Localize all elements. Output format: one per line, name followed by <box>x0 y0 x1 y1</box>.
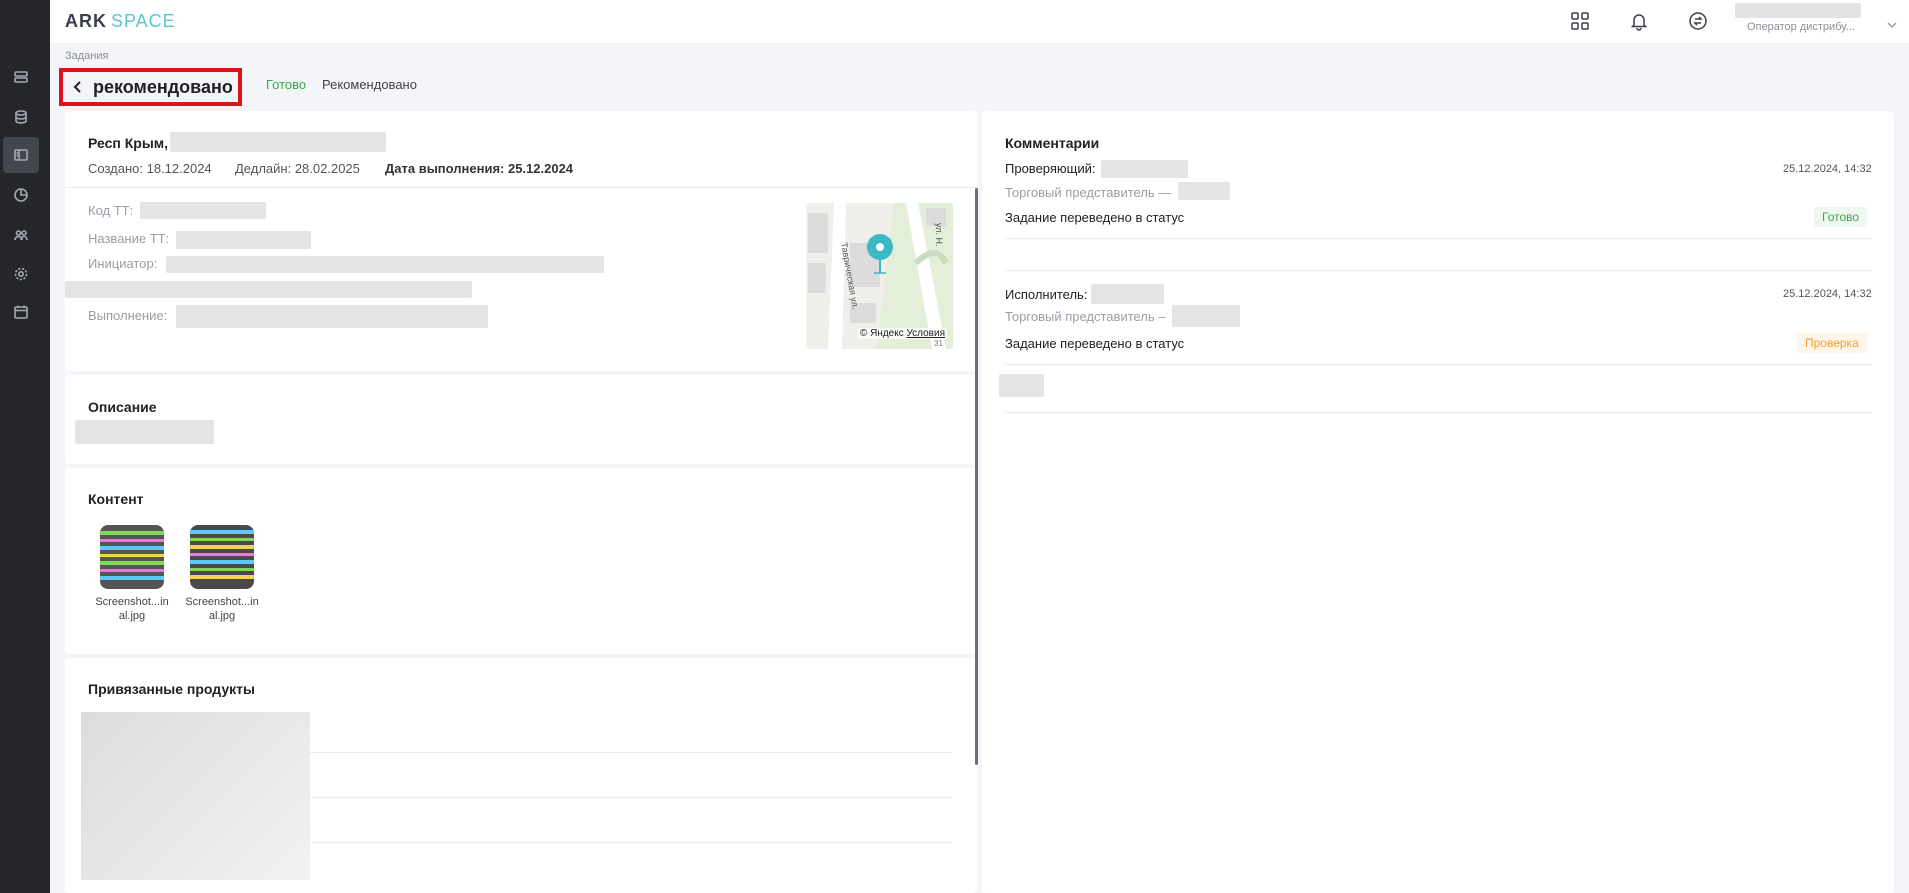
attachment-name-line1: Screenshot...in <box>95 596 169 608</box>
comment-text: Задание переведено в статус <box>1005 210 1185 225</box>
page-title: рекомендовано <box>93 76 233 97</box>
chart-icon <box>14 188 28 202</box>
sidebar-item-settings[interactable] <box>3 256 39 292</box>
product-row-divider <box>310 842 952 843</box>
sidebar-item-database[interactable] <box>3 99 39 135</box>
comment-time: 25.12.2024, 14:32 <box>1783 288 1872 300</box>
product-row-divider <box>310 797 952 798</box>
exchange-button[interactable] <box>1685 8 1711 34</box>
product-image-redacted <box>81 712 310 880</box>
comment-sub-redacted <box>1172 305 1240 327</box>
attachment-name: Screenshot...in al.jpg <box>182 595 262 623</box>
completion-date: Дата выполнения: 25.12.2024 <box>385 161 574 176</box>
sidebar-item-calendar[interactable] <box>3 294 39 330</box>
left-pane-scrollbar[interactable] <box>975 188 978 765</box>
map-attribution: © Яндекс Условия <box>857 328 947 339</box>
comment-author-redacted <box>1101 160 1188 178</box>
comment-divider <box>1004 270 1872 271</box>
sidebar-item-tasks[interactable] <box>3 137 39 173</box>
comment-divider <box>1004 412 1872 413</box>
divider <box>65 187 977 188</box>
created-date: Создано: 18.12.2024 <box>88 161 212 176</box>
breadcrumb[interactable]: Задания <box>65 50 108 62</box>
attachment-thumbnail[interactable] <box>190 525 254 589</box>
tt-name-redacted <box>176 231 311 249</box>
logo-space: SPACE <box>111 11 176 31</box>
map-terms-link[interactable]: Условия <box>906 328 945 339</box>
linked-products-title: Привязанные продукты <box>88 681 255 697</box>
attachment-name: Screenshot...in al.jpg <box>92 595 172 623</box>
apps-grid-icon <box>1571 12 1589 30</box>
sidebar-item-users[interactable] <box>3 217 39 253</box>
initiator-redacted <box>166 256 604 273</box>
tt-code-redacted <box>140 202 266 219</box>
database-icon <box>15 110 27 124</box>
execution-redacted <box>176 305 488 328</box>
comment-time: 25.12.2024, 14:32 <box>1783 163 1872 175</box>
attachment-name-line2: al.jpg <box>118 610 146 622</box>
extra-info-redacted <box>65 281 472 298</box>
sidebar <box>0 0 50 893</box>
status-badge: Готово <box>1814 207 1868 227</box>
tt-name-label: Название ТТ: <box>88 231 170 246</box>
location-map[interactable]: Таврическая ул. ул. Н. 31 © Яндекс Услов… <box>806 203 953 349</box>
user-name-redacted <box>1735 3 1861 18</box>
comment-divider <box>1004 364 1872 365</box>
comments-title: Комментарии <box>1005 135 1100 151</box>
status-badge: Проверка <box>1797 333 1867 353</box>
tasks-icon <box>14 149 28 161</box>
tt-code-label: Код ТТ: <box>88 203 134 218</box>
comment-sub-redacted <box>1178 182 1230 200</box>
top-bar: ARK SPACE Оператор дистрибу... <box>50 0 1909 43</box>
sidebar-item-list[interactable] <box>3 59 39 95</box>
list-icon <box>14 71 28 83</box>
comment-author-redacted <box>1091 284 1164 304</box>
address-redacted <box>170 132 386 152</box>
status-recommended: Рекомендовано <box>322 77 417 92</box>
attachment-thumbnail[interactable] <box>100 525 164 589</box>
settings-icon <box>14 267 28 281</box>
product-row-divider <box>310 752 952 753</box>
comment-sub-label: Торговый представитель – <box>1005 309 1166 324</box>
map-house-number: 31 <box>934 339 943 348</box>
app-logo[interactable]: ARK SPACE <box>65 11 176 32</box>
description-title: Описание <box>88 399 157 415</box>
apps-grid-button[interactable] <box>1567 8 1593 34</box>
notifications-button[interactable] <box>1626 8 1652 34</box>
map-copyright: © Яндекс <box>859 328 904 339</box>
logo-ark: ARK <box>65 11 107 31</box>
comment-role-label: Проверяющий: <box>1005 161 1096 176</box>
comment-divider <box>1004 238 1872 239</box>
comment-attachment-redacted <box>999 374 1044 397</box>
chevron-down-icon <box>1887 17 1897 29</box>
sidebar-item-analytics[interactable] <box>3 177 39 213</box>
content-title: Контент <box>88 491 144 507</box>
execution-label: Выполнение: <box>88 308 168 323</box>
bell-icon <box>1630 14 1648 31</box>
users-icon <box>14 230 28 241</box>
deadline-date: Дедлайн: 28.02.2025 <box>235 161 360 176</box>
calendar-icon <box>14 305 28 319</box>
initiator-label: Инициатор: <box>88 256 158 271</box>
task-region: Респ Крым, <box>88 135 169 151</box>
back-arrow-icon[interactable] <box>71 80 85 94</box>
comment-sub-label: Торговый представитель — <box>1005 185 1172 200</box>
attachment-name-line1: Screenshot...in <box>185 596 259 608</box>
exchange-icon <box>1689 12 1707 30</box>
description-redacted <box>75 420 214 444</box>
comment-text: Задание переведено в статус <box>1005 336 1185 351</box>
page-title-highlight: рекомендовано <box>59 68 242 106</box>
comment-role-label: Исполнитель: <box>1005 287 1088 302</box>
comments-card <box>982 111 1894 893</box>
user-role: Оператор дистрибу... <box>1747 21 1855 33</box>
user-menu[interactable]: Оператор дистрибу... <box>1735 3 1905 39</box>
attachment-name-line2: al.jpg <box>208 610 236 622</box>
map-street-label-2: ул. Н. <box>934 223 944 247</box>
status-done: Готово <box>266 77 307 92</box>
